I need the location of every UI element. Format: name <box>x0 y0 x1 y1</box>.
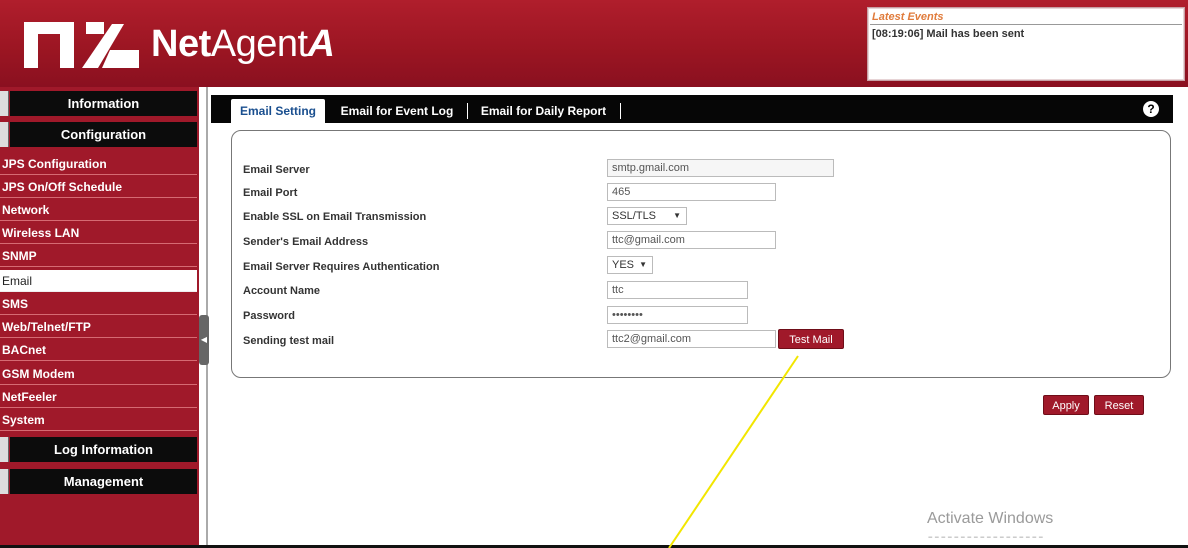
sidebar-section-management[interactable]: Management <box>10 469 197 494</box>
sidebar-collapse-icon[interactable]: ◀ <box>199 315 209 365</box>
ssl-select[interactable]: SSL/TLS ▼ <box>607 207 687 225</box>
auth-label: Email Server Requires Authentication <box>243 261 440 273</box>
sidebar-section-log-information[interactable]: Log Information <box>10 437 197 462</box>
brand-name: NetAgentA <box>151 23 335 65</box>
annotation-line <box>668 355 799 548</box>
management-icon <box>0 469 9 494</box>
account-name-label: Account Name <box>243 285 321 297</box>
tab-email-setting[interactable]: Email Setting <box>231 99 325 123</box>
sidebar-item-bacnet[interactable]: BACnet <box>0 339 197 361</box>
divider <box>870 24 1182 25</box>
sender-email-field[interactable]: ttc@gmail.com <box>607 231 776 249</box>
reset-button[interactable]: Reset <box>1094 395 1144 415</box>
sidebar-item-system[interactable]: System <box>0 409 197 431</box>
apply-button[interactable]: Apply <box>1043 395 1089 415</box>
sidebar-section-information[interactable]: Information <box>10 91 197 116</box>
auth-select[interactable]: YES ▼ <box>607 256 653 274</box>
sender-email-label: Sender's Email Address <box>243 236 369 248</box>
password-label: Password <box>243 310 295 322</box>
tab-separator <box>467 103 468 119</box>
configuration-icon <box>0 122 9 147</box>
email-port-label: Email Port <box>243 187 298 199</box>
sidebar-item-email[interactable]: Email <box>0 270 197 292</box>
tab-email-for-daily-report[interactable]: Email for Daily Report <box>471 99 616 123</box>
chevron-down-icon: ▼ <box>673 211 681 220</box>
email-server-label: Email Server <box>243 164 310 176</box>
email-server-field[interactable]: smtp.gmail.com <box>607 159 834 177</box>
sidebar-item-wireless-lan[interactable]: Wireless LAN <box>0 222 197 244</box>
sidebar-item-web-telnet-ftp[interactable]: Web/Telnet/FTP <box>0 316 197 338</box>
netagent-logo-icon <box>24 22 139 68</box>
password-field[interactable]: •••••••• <box>607 306 748 324</box>
app-header: NetAgentA Latest Events [08:19:06] Mail … <box>0 0 1188 87</box>
auth-select-value: YES <box>612 259 635 271</box>
test-mail-label: Sending test mail <box>243 335 335 347</box>
chevron-down-icon: ▼ <box>639 260 647 269</box>
latest-events-title: Latest Events <box>872 11 944 23</box>
latest-events-panel: Latest Events [08:19:06] Mail has been s… <box>867 7 1185 81</box>
latest-event-entry: [08:19:06] Mail has been sent <box>872 28 1025 40</box>
activate-windows-watermark: Activate Windows <box>927 510 1054 527</box>
sidebar-item-ups-configuration[interactable]: JPS Configuration <box>0 153 197 175</box>
activate-windows-watermark-ghost: ⁃⁃⁃⁃⁃⁃⁃⁃⁃⁃⁃⁃⁃⁃⁃⁃⁃⁃ <box>927 530 1044 545</box>
tab-email-for-event-log[interactable]: Email for Event Log <box>331 99 463 123</box>
sidebar-item-snmp[interactable]: SNMP <box>0 245 197 267</box>
account-name-field[interactable]: ttc <box>607 281 748 299</box>
ssl-label: Enable SSL on Email Transmission <box>243 211 427 223</box>
sidebar-item-netfeeler[interactable]: NetFeeler <box>0 386 197 408</box>
information-icon <box>0 91 9 116</box>
test-mail-button[interactable]: Test Mail <box>778 329 844 349</box>
ssl-select-value: SSL/TLS <box>612 210 657 222</box>
sidebar-item-network[interactable]: Network <box>0 199 197 221</box>
tab-bar: Email Setting Email for Event Log Email … <box>211 95 1173 123</box>
help-icon[interactable]: ? <box>1143 101 1159 117</box>
sidebar-section-configuration[interactable]: Configuration <box>10 122 197 147</box>
tab-separator <box>620 103 621 119</box>
log-icon <box>0 437 9 462</box>
email-port-field[interactable]: 465 <box>607 183 776 201</box>
sidebar-item-sms[interactable]: SMS <box>0 293 197 315</box>
sidebar-item-gsm-modem[interactable]: GSM Modem <box>0 363 197 385</box>
sidebar: Information Configuration JPS Configurat… <box>0 87 199 545</box>
test-mail-address-field[interactable]: ttc2@gmail.com <box>607 330 776 348</box>
sidebar-item-ups-onoff-schedule[interactable]: JPS On/Off Schedule <box>0 176 197 198</box>
